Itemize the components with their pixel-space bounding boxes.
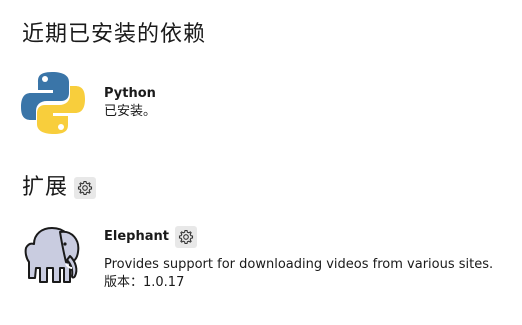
extension-item-elephant: Elephant Provides support for downloadin… [20, 222, 493, 292]
elephant-icon [20, 222, 86, 288]
extension-name-row: Elephant [104, 226, 493, 248]
gear-icon [178, 229, 194, 245]
page: 近期已安装的依赖 Python 已安装。 扩展 Elephant Provide… [0, 0, 522, 325]
gear-icon [77, 180, 93, 196]
dependency-info: Python 已安装。 [104, 85, 156, 121]
recent-dependencies-title: 近期已安装的依赖 [22, 22, 207, 47]
extension-description: Provides support for downloading videos … [104, 257, 494, 272]
python-logo-icon [20, 70, 86, 136]
extension-settings-button[interactable] [174, 226, 197, 248]
dependency-name: Python [104, 86, 156, 101]
dependency-status: 已安装。 [104, 104, 157, 120]
extensions-header: 扩展 [22, 175, 97, 200]
extension-name: Elephant [104, 228, 169, 244]
dependency-item-python: Python 已安装。 [20, 70, 156, 136]
extensions-title: 扩展 [22, 175, 69, 200]
extension-info: Elephant Provides support for downloadin… [104, 226, 493, 292]
extension-version: 版本：1.0.17 [104, 275, 185, 291]
extensions-settings-button[interactable] [74, 177, 97, 199]
